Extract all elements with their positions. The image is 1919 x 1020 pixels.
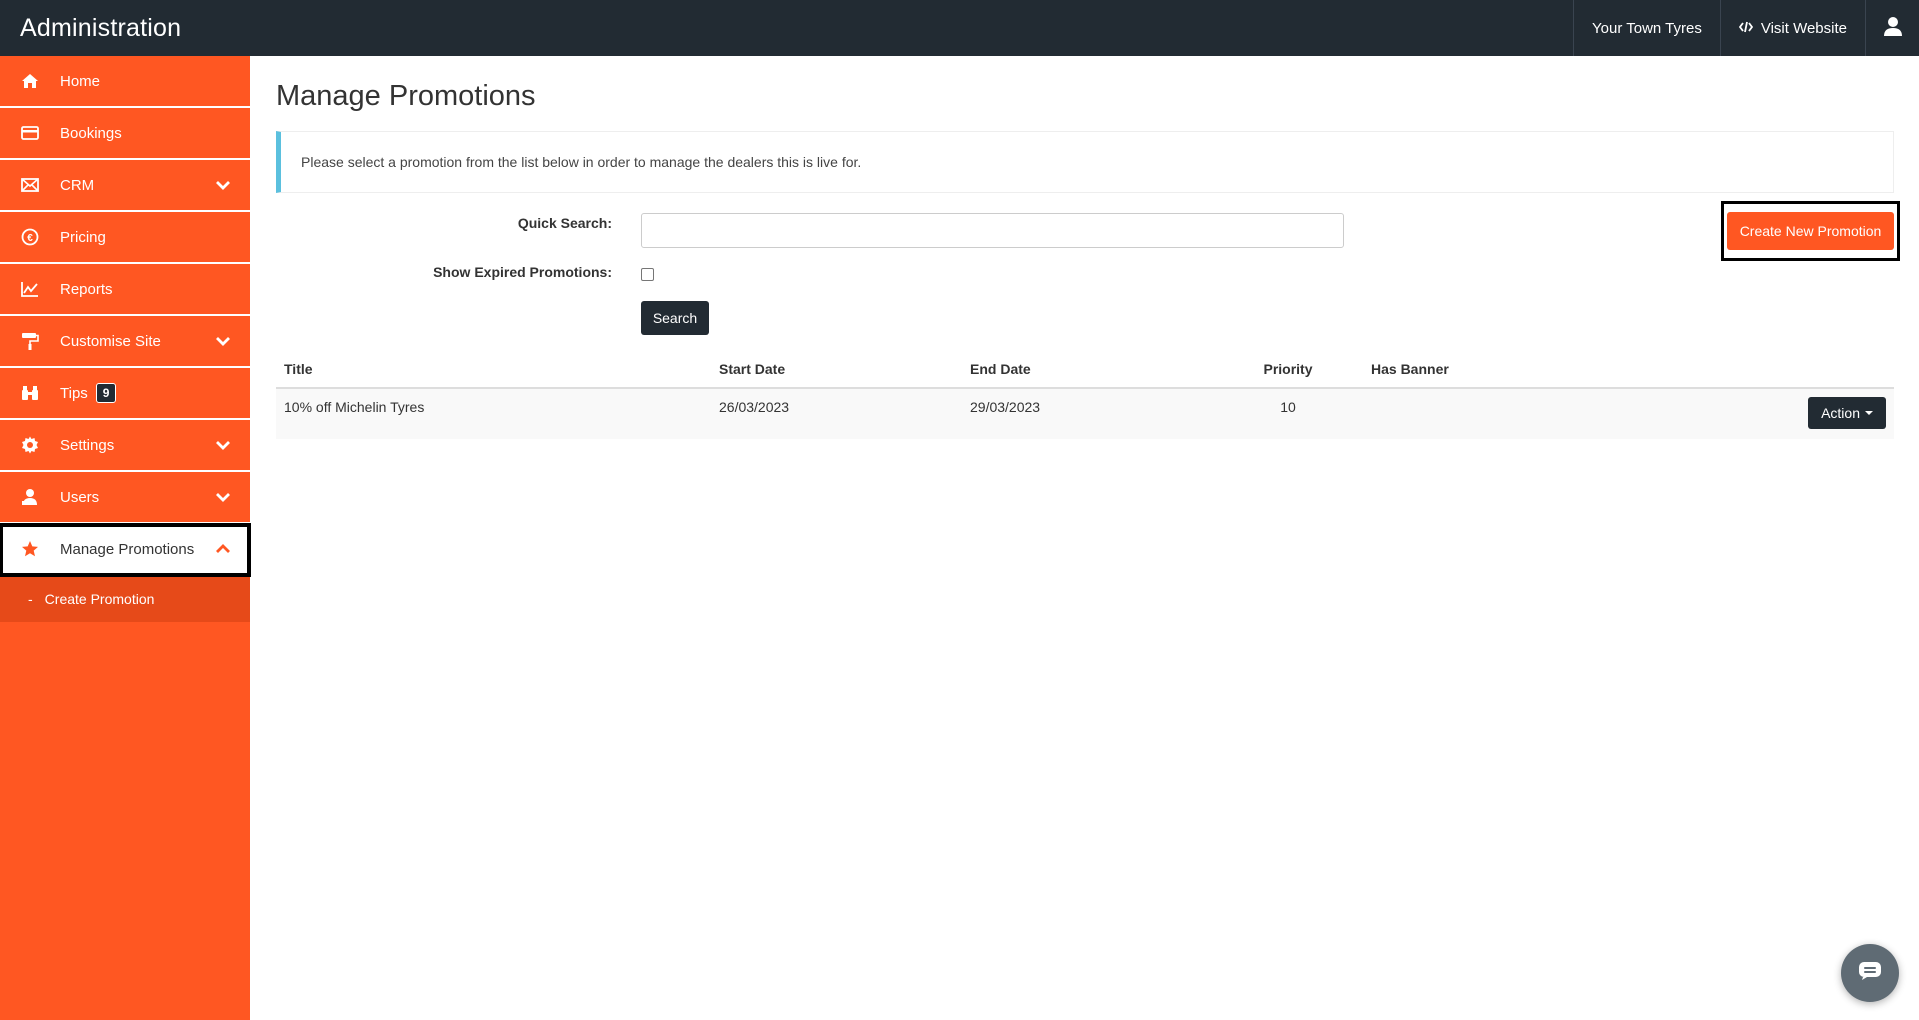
sidebar-item-label: Users — [60, 488, 100, 506]
chat-launcher-button[interactable] — [1841, 944, 1899, 1002]
col-start-date[interactable]: Start Date — [711, 351, 962, 389]
show-expired-label: Show Expired Promotions: — [433, 264, 612, 280]
dealer-name: Your Town Tyres — [1592, 19, 1702, 37]
sidebar: Home Bookings CRM € Pricing Reports Cust… — [0, 56, 251, 1020]
credit-card-icon — [20, 123, 40, 143]
sidebar-item-reports[interactable]: Reports — [0, 264, 250, 316]
user-icon — [1883, 16, 1903, 40]
sidebar-item-pricing[interactable]: € Pricing — [0, 212, 250, 264]
gear-icon — [20, 435, 40, 455]
sidebar-item-label: Reports — [60, 280, 113, 298]
sidebar-item-manage-promotions[interactable]: Manage Promotions — [0, 523, 251, 577]
chevron-down-icon — [214, 176, 232, 194]
subitem-bullet: - — [28, 591, 33, 607]
sidebar-item-label: Tips — [60, 384, 88, 402]
chevron-down-icon — [214, 332, 232, 350]
sidebar-item-label: Pricing — [60, 228, 106, 246]
paint-roller-icon — [20, 331, 40, 351]
action-label: Action — [1821, 405, 1860, 421]
user-group-icon — [20, 487, 40, 507]
show-expired-checkbox[interactable] — [641, 268, 654, 281]
sidebar-subitem-create-promotion[interactable]: - Create Promotion — [0, 576, 250, 622]
visit-website-link[interactable]: Visit Website — [1719, 0, 1865, 56]
cell-end-date: 29/03/2023 — [962, 388, 1213, 439]
star-icon — [20, 539, 40, 559]
cell-title: 10% off Michelin Tyres — [276, 388, 711, 439]
quick-search-input[interactable] — [641, 213, 1344, 248]
top-navbar: Administration Your Town Tyres Visit Web… — [0, 0, 1919, 56]
visit-website-label: Visit Website — [1760, 19, 1847, 37]
sidebar-item-users[interactable]: Users — [0, 472, 250, 524]
line-chart-icon — [20, 279, 40, 299]
promotions-table: Title Start Date End Date Priority Has B… — [276, 351, 1894, 439]
svg-text:€: € — [27, 233, 33, 244]
binoculars-icon — [20, 383, 40, 403]
cell-action: Action — [1563, 388, 1894, 439]
euro-icon: € — [20, 227, 40, 247]
sidebar-item-customise-site[interactable]: Customise Site — [0, 316, 250, 368]
main-content: Manage Promotions Please select a promot… — [276, 56, 1900, 439]
envelope-icon — [20, 175, 40, 195]
col-title[interactable]: Title — [276, 351, 711, 389]
table-header-row: Title Start Date End Date Priority Has B… — [276, 351, 1894, 389]
sidebar-item-bookings[interactable]: Bookings — [0, 108, 250, 160]
create-promotion-highlight: Create New Promotion — [1721, 201, 1900, 261]
sidebar-item-settings[interactable]: Settings — [0, 420, 250, 472]
dealer-selector[interactable]: Your Town Tyres — [1573, 0, 1720, 56]
sidebar-item-label: Home — [60, 72, 101, 90]
col-end-date[interactable]: End Date — [962, 351, 1213, 389]
info-alert-text: Please select a promotion from the list … — [301, 154, 862, 170]
create-new-promotion-button[interactable]: Create New Promotion — [1727, 212, 1894, 250]
info-alert: Please select a promotion from the list … — [276, 131, 1894, 193]
search-button[interactable]: Search — [641, 301, 709, 335]
sidebar-item-label: Manage Promotions — [60, 540, 195, 558]
col-priority[interactable]: Priority — [1213, 351, 1363, 389]
home-icon — [20, 71, 40, 91]
sidebar-item-tips[interactable]: Tips 9 — [0, 368, 250, 420]
chevron-up-icon — [214, 540, 232, 558]
sidebar-item-label: CRM — [60, 176, 95, 194]
code-icon — [1738, 20, 1753, 37]
user-menu-button[interactable] — [1865, 0, 1919, 56]
chevron-down-icon — [214, 436, 232, 454]
col-has-banner[interactable]: Has Banner — [1363, 351, 1563, 389]
app-brand[interactable]: Administration — [0, 14, 1573, 43]
cell-start-date: 26/03/2023 — [711, 388, 962, 439]
quick-search-label: Quick Search: — [517, 215, 612, 231]
sidebar-item-crm[interactable]: CRM — [0, 160, 250, 212]
row-action-button[interactable]: Action — [1808, 397, 1886, 429]
subitem-label: Create Promotion — [44, 591, 155, 607]
chat-icon — [1858, 961, 1882, 986]
table-row: 10% off Michelin Tyres 26/03/2023 29/03/… — [276, 388, 1894, 439]
col-action — [1563, 351, 1894, 389]
chevron-down-icon — [214, 488, 232, 506]
sidebar-item-home[interactable]: Home — [0, 56, 250, 108]
cell-has-banner — [1363, 388, 1563, 439]
search-form: Quick Search: Show Expired Promotions: S… — [276, 193, 1900, 343]
sidebar-item-label: Settings — [60, 436, 115, 454]
caret-down-icon — [1865, 411, 1873, 415]
cell-priority: 10 — [1213, 388, 1363, 439]
sidebar-item-label: Bookings — [60, 124, 122, 142]
page-title: Manage Promotions — [276, 80, 536, 112]
tips-count-badge: 9 — [95, 383, 117, 403]
sidebar-item-label: Customise Site — [60, 332, 161, 350]
